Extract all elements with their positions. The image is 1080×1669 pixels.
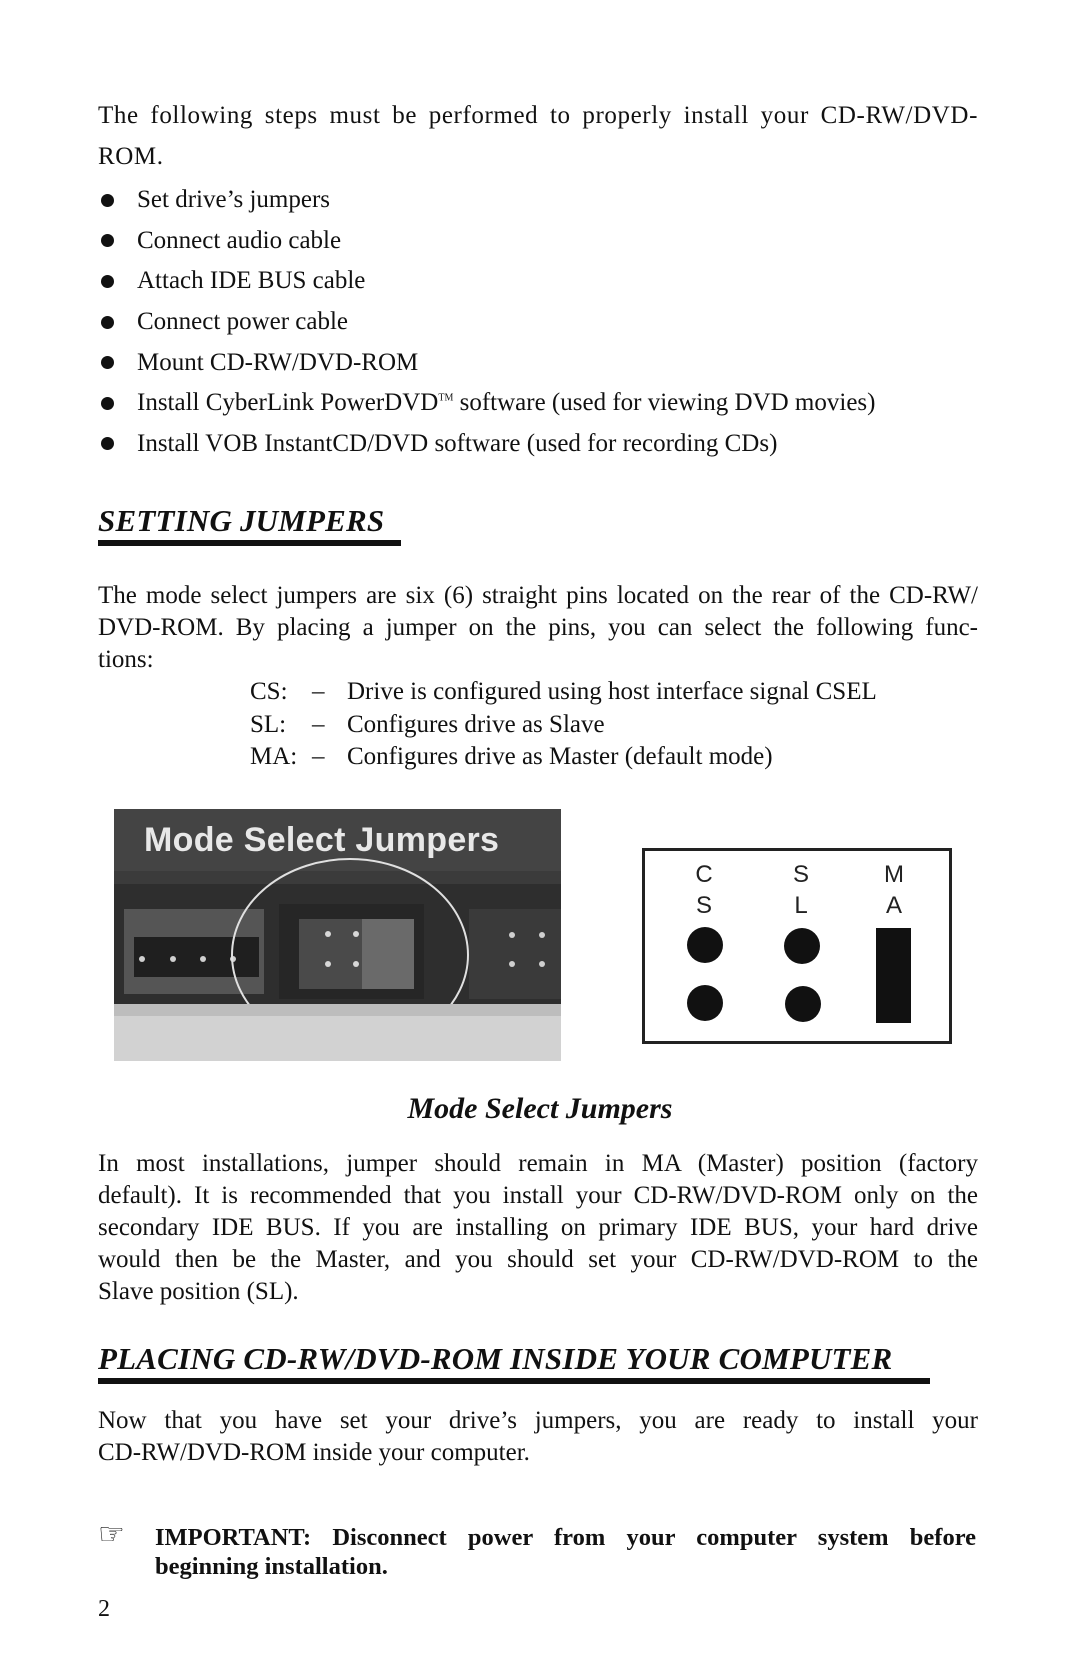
definition-row: SL: – Configures drive as Slave (250, 709, 877, 742)
jumpers-paragraph: The mode select jumpers are six (6) stra… (98, 580, 978, 676)
definition-term: CS: (250, 678, 288, 706)
list-item: Install CyberLink PowerDVDTM software (u… (98, 383, 978, 424)
list-item: Mount CD-RW/DVD-ROM (98, 342, 978, 383)
section-heading-placing-drive: PLACING CD-RW/DVD-ROM INSIDE YOUR COMPUT… (98, 1341, 893, 1376)
paragraph-line: Slave position (SL). (98, 1278, 299, 1305)
list-item: Attach IDE BUS cable (98, 261, 978, 302)
list-item-text: Install VOB InstantCD/DVD software (used… (137, 429, 778, 457)
diagram-label-ma-top: M (884, 861, 904, 888)
paragraph-line: CD-RW/DVD-ROM inside your computer. (98, 1439, 530, 1466)
pointing-hand-icon: ☞ (98, 1518, 125, 1551)
paragraph-line: default). It is recommended that you ins… (98, 1182, 978, 1209)
definition-term: SL: (250, 710, 287, 738)
paragraph-line: In most installations, jumper should rem… (98, 1150, 978, 1177)
definition-description: Configures drive as Master (default mode… (347, 743, 773, 771)
jumper-cap-ma (876, 928, 911, 1023)
list-item-text: Attach IDE BUS cable (137, 267, 366, 295)
jumper-photo: Mode Select Jumpers (114, 809, 561, 1061)
page-number: 2 (98, 1596, 110, 1622)
list-item: Connect power cable (98, 302, 978, 343)
bullet-icon (101, 396, 114, 410)
definition-dash: – (312, 678, 325, 706)
heading-underline (98, 540, 401, 546)
install-steps-list: Set drive’s jumpers Connect audio cable … (98, 180, 978, 464)
diagram-label-sl-bottom: L (794, 892, 808, 919)
photo-title: Mode Select Jumpers (144, 821, 500, 859)
pin-cs-2 (687, 985, 723, 1021)
paragraph-line: DVD-ROM. By placing a jumper on the pins… (98, 614, 978, 641)
important-text: IMPORTANT: Disconnect power from your co… (155, 1524, 976, 1580)
definition-term: MA: (250, 743, 298, 771)
definition-row: CS: – Drive is configured using host int… (250, 676, 877, 709)
pin-cs-1 (687, 927, 723, 963)
list-item-text: Mount CD-RW/DVD-ROM (137, 348, 419, 376)
list-item: Install VOB InstantCD/DVD software (used… (98, 424, 978, 465)
list-item-text-rest: software (used for viewing DVD movies) (453, 389, 876, 417)
paragraph-line: Now that you have set your drive’s jumpe… (98, 1407, 978, 1434)
figure-caption: Mode Select Jumpers (407, 1092, 673, 1125)
paragraph-line: secondary IDE BUS. If you are installing… (98, 1214, 978, 1241)
heading-underline (98, 1378, 930, 1384)
pin-sl-1 (784, 928, 820, 964)
bullet-icon (101, 193, 114, 207)
trademark-symbol: TM (438, 392, 454, 404)
intro-line-2: ROM. (98, 143, 164, 170)
paragraph-line: tions: (98, 646, 154, 673)
diagram-label-cs-bottom: S (695, 892, 712, 919)
important-note: ☞ IMPORTANT: Disconnect power from your … (98, 1518, 976, 1581)
jumper-diagram: C S S L M A (642, 848, 952, 1044)
list-item: Connect audio cable (98, 221, 978, 262)
paragraph-line: The mode select jumpers are six (6) stra… (98, 582, 978, 609)
pin-sl-2 (785, 986, 821, 1022)
placing-paragraph: Now that you have set your drive’s jumpe… (98, 1405, 978, 1469)
list-item-text: Install CyberLink PowerDVDTM software (u… (137, 389, 875, 417)
diagram-label-cs-top: C (695, 861, 713, 888)
list-item-text: Connect audio cable (137, 226, 342, 254)
bullet-icon (101, 315, 114, 329)
jumper-definitions: CS: – Drive is configured using host int… (250, 676, 877, 774)
bullet-icon (101, 274, 114, 288)
diagram-label-ma-bottom: A (885, 892, 902, 919)
bullet-icon (101, 234, 114, 248)
definition-row: MA: – Configures drive as Master (defaul… (250, 741, 877, 774)
list-item-text-main: Install CyberLink PowerDVD (137, 389, 439, 417)
definition-dash: – (312, 710, 325, 738)
definition-dash: – (312, 743, 325, 771)
list-item-text: Set drive’s jumpers (137, 186, 331, 214)
bullet-icon (101, 356, 114, 370)
definition-description: Drive is configured using host interface… (347, 678, 877, 706)
list-item-text: Connect power cable (137, 308, 349, 336)
section-heading-setting-jumpers: SETTING JUMPERS (98, 503, 385, 538)
diagram-label-sl-top: S (792, 861, 809, 888)
list-item: Set drive’s jumpers (98, 180, 978, 221)
bullet-icon (101, 437, 114, 451)
master-slave-paragraph: In most installations, jumper should rem… (98, 1148, 978, 1308)
intro-line-1: The following steps must be performed to… (98, 102, 978, 129)
paragraph-line: would then be the Master, and you should… (98, 1246, 978, 1273)
definition-description: Configures drive as Slave (347, 710, 605, 738)
